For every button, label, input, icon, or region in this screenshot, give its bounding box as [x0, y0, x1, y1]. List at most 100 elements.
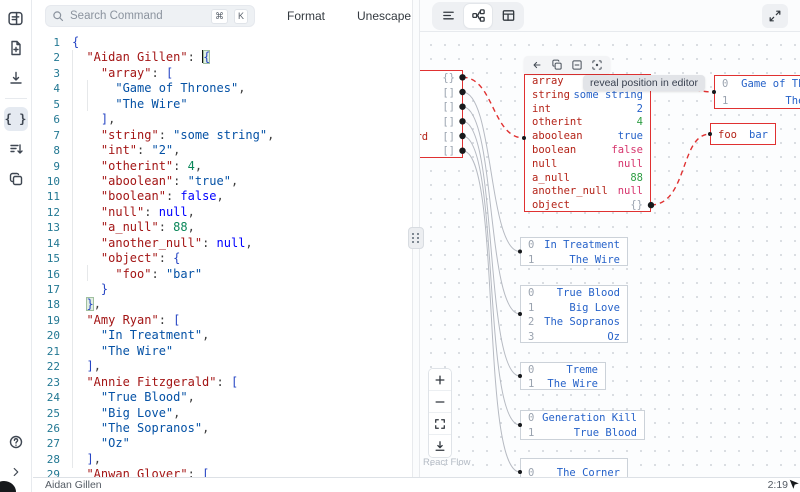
- node-row: 1The Wire: [521, 377, 605, 390]
- back-icon[interactable]: [529, 58, 545, 72]
- download-image-button[interactable]: [429, 435, 451, 457]
- graph-node-array[interactable]: 0Game of Thrones1The Wire: [714, 75, 800, 109]
- code-line[interactable]: 12 "null": null,: [33, 205, 412, 220]
- zoom-out-button[interactable]: [429, 391, 451, 413]
- node-row: 2The Sopranos: [521, 315, 627, 330]
- code-line[interactable]: 2 "Aidan Gillen": {: [33, 50, 412, 65]
- code-line[interactable]: 3 "array": [: [33, 66, 412, 81]
- editor-panel: Search Command ⌘ K Format Unescape 1{2 "…: [33, 0, 412, 477]
- help-icon[interactable]: [4, 430, 28, 454]
- code-line[interactable]: 6 ],: [33, 112, 412, 127]
- code-line[interactable]: 9 "otherint": 4,: [33, 159, 412, 174]
- code-line[interactable]: 24 "True Blood",: [33, 390, 412, 405]
- code-line[interactable]: 7 "string": "some string",: [33, 128, 412, 143]
- code-line[interactable]: 17 }: [33, 282, 412, 297]
- table-view-button[interactable]: [494, 4, 522, 28]
- line-number: 7: [33, 128, 60, 143]
- panel-resize-handle[interactable]: [408, 227, 424, 249]
- line-number: 26: [33, 421, 60, 436]
- code-line[interactable]: 4 "Game of Thrones",: [33, 81, 412, 96]
- line-number: 1: [33, 35, 60, 50]
- code-line[interactable]: 27 "Oz": [33, 436, 412, 451]
- line-number: 16: [33, 267, 60, 282]
- line-number: 8: [33, 143, 60, 158]
- line-number: 23: [33, 375, 60, 390]
- code-line[interactable]: 25 "Big Love",: [33, 406, 412, 421]
- graph-node-alice-farmer[interactable]: 0The Corner: [520, 458, 628, 477]
- node-row: 0Game of Thrones: [715, 76, 800, 93]
- node-row: 0In Treatment: [521, 238, 627, 253]
- rows-view-button[interactable]: [434, 4, 462, 28]
- graph-node-root[interactable]: Aidan Gillen{}Amy Ryan[]Annie Fitzgerald…: [420, 70, 463, 158]
- node-row: 1The Wire: [715, 93, 800, 109]
- graph-node-object[interactable]: foobar: [710, 123, 776, 145]
- code-line[interactable]: 20 "In Treatment",: [33, 328, 412, 343]
- collapse-node-icon[interactable]: [569, 58, 585, 72]
- code-line[interactable]: 5 "The Wire": [33, 97, 412, 112]
- download-icon[interactable]: [4, 66, 28, 90]
- code-editor[interactable]: 1{2 "Aidan Gillen": {3 "array": [4 "Game…: [33, 32, 412, 477]
- code-line[interactable]: 1{: [33, 35, 412, 50]
- code-line[interactable]: 22 ],: [33, 359, 412, 374]
- line-number: 3: [33, 66, 60, 81]
- line-number: 25: [33, 406, 60, 421]
- app-logo-icon[interactable]: [4, 6, 28, 30]
- line-number: 15: [33, 251, 60, 266]
- code-line[interactable]: 10 "aboolean": "true",: [33, 174, 412, 189]
- code-line[interactable]: 15 "object": {: [33, 251, 412, 266]
- graph-node-anwan-glover[interactable]: 0Treme1The Wire: [520, 362, 606, 390]
- clone-icon[interactable]: [4, 167, 28, 191]
- code-line[interactable]: 29 "Anwan Glover": [: [33, 467, 412, 477]
- code-line[interactable]: 26 "The Sopranos",: [33, 421, 412, 436]
- node-row: int2: [525, 103, 650, 117]
- graph-node-annie-fitzgerald[interactable]: 0True Blood1Big Love2The Sopranos3Oz: [520, 285, 628, 343]
- new-document-icon[interactable]: [4, 36, 28, 60]
- code-line[interactable]: 8 "int": "2",: [33, 143, 412, 158]
- node-row: another_nullnull: [525, 185, 650, 199]
- collapse-sidebar-icon[interactable]: [4, 460, 28, 484]
- code-line[interactable]: 28 ],: [33, 452, 412, 467]
- cursor-position: 2:19: [768, 479, 788, 491]
- code-line[interactable]: 11 "boolean": false,: [33, 189, 412, 204]
- node-row: abooleantrue: [525, 130, 650, 144]
- graph-canvas[interactable]: Aidan Gillen{}Amy Ryan[]Annie Fitzgerald…: [420, 32, 800, 477]
- graph-view-button[interactable]: [464, 4, 492, 28]
- graph-node-aidan-gillen[interactable]: array[]stringsome stringint2otherint4abo…: [524, 74, 651, 212]
- json-editor-view-icon[interactable]: { }: [4, 107, 28, 131]
- unescape-button[interactable]: Unescape: [357, 9, 411, 23]
- node-row: Annie Fitzgerald[]: [420, 100, 462, 115]
- shortcut-cmd-key: ⌘: [211, 9, 228, 24]
- zoom-controls: [428, 368, 452, 458]
- node-row: 0Treme: [521, 363, 605, 377]
- graph-node-amy-ryan[interactable]: 0In Treatment1The Wire: [520, 237, 628, 266]
- code-line[interactable]: 21 "The Wire": [33, 344, 412, 359]
- json-path: Aidan Gillen: [45, 479, 768, 491]
- duplicate-icon[interactable]: [549, 58, 565, 72]
- code-line[interactable]: 19 "Amy Ryan": [: [33, 313, 412, 328]
- search-input[interactable]: Search Command ⌘ K: [45, 5, 255, 27]
- sort-icon[interactable]: [4, 137, 28, 161]
- node-row: Aidan Gillen{}: [420, 71, 462, 86]
- format-button[interactable]: Format: [287, 9, 325, 23]
- code-line[interactable]: 18 },: [33, 297, 412, 312]
- line-number: 20: [33, 328, 60, 343]
- node-row: object{}: [525, 199, 650, 212]
- line-number: 29: [33, 467, 60, 477]
- node-row: Alexander Skarsgard[]: [420, 130, 462, 145]
- code-line[interactable]: 16 "foo": "bar": [33, 267, 412, 282]
- code-line[interactable]: 23 "Annie Fitzgerald": [: [33, 375, 412, 390]
- focus-node-icon[interactable]: [589, 58, 605, 72]
- line-number: 4: [33, 81, 60, 96]
- zoom-in-button[interactable]: [429, 369, 451, 391]
- code-line[interactable]: 13 "a_null": 88,: [33, 220, 412, 235]
- node-row: 1The Wire: [521, 253, 627, 267]
- fullscreen-button[interactable]: [762, 4, 788, 28]
- line-number: 11: [33, 189, 60, 204]
- react-flow-attribution: React Flow: [423, 457, 471, 468]
- sidebar-divider: [5, 98, 27, 99]
- graph-node-alexander-skarsgard[interactable]: 0Generation Kill1True Blood: [520, 410, 645, 440]
- line-number: 21: [33, 344, 60, 359]
- code-line[interactable]: 14 "another_null": null,: [33, 236, 412, 251]
- indent-guide: [87, 80, 88, 111]
- fit-view-button[interactable]: [429, 413, 451, 435]
